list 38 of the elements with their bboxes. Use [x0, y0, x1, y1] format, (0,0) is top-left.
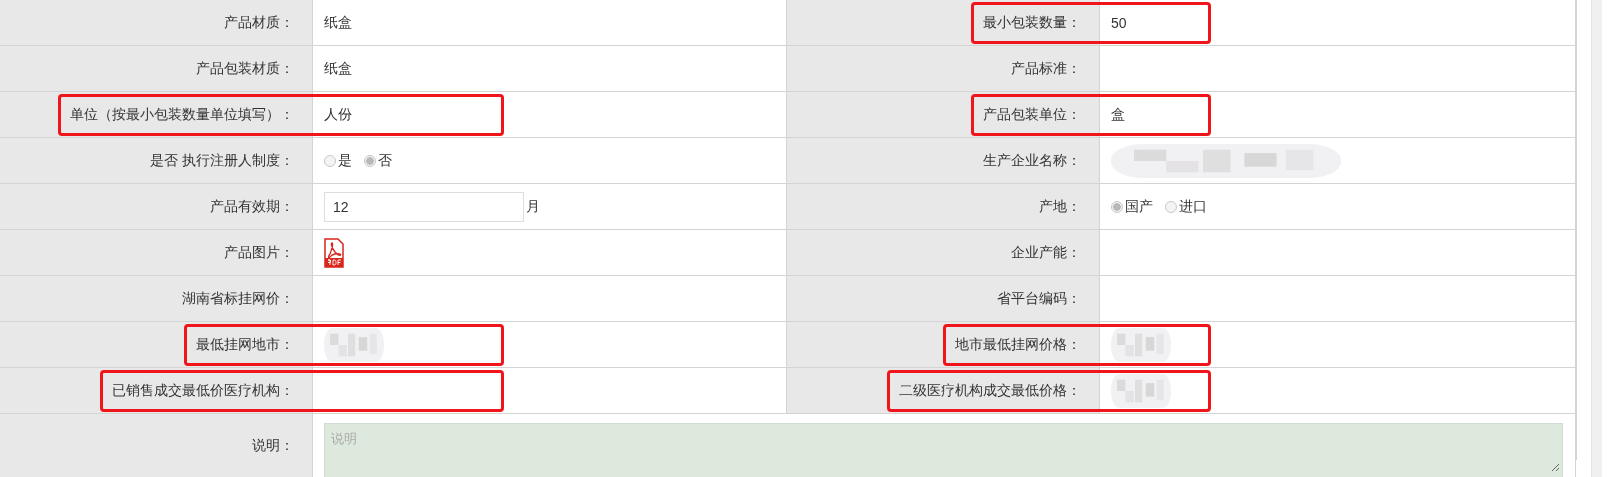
field-label: 最低挂网地市： — [196, 335, 294, 352]
unit-text: 月 — [526, 197, 540, 216]
field-value: 纸盒 — [324, 59, 352, 78]
field-label: 是否 执行注册人制度： — [150, 151, 294, 168]
radio-option[interactable]: 是 — [324, 151, 352, 170]
field-label: 单位（按最小包装数量单位填写）： — [70, 105, 294, 122]
input-field[interactable]: 12 — [324, 191, 524, 222]
field-value: 人份 — [324, 105, 352, 124]
field-value: 纸盒 — [324, 13, 352, 32]
field-label: 省平台编码： — [997, 289, 1081, 306]
field-label: 湖南省标挂网价： — [182, 289, 294, 306]
field-label: 说明： — [252, 436, 294, 455]
field-label: 产品包装材质： — [196, 59, 294, 76]
radio-option[interactable]: 进口 — [1165, 197, 1207, 216]
radio-option[interactable]: 国产 — [1111, 197, 1153, 216]
field-label: 生产企业名称： — [983, 151, 1081, 168]
field-label: 二级医疗机构成交最低价格： — [899, 381, 1081, 398]
pdf-file-icon[interactable] — [324, 237, 344, 268]
field-label: 最小包装数量： — [983, 13, 1081, 30]
field-label: 产品图片： — [224, 243, 294, 260]
field-label: 产品标准： — [1011, 59, 1081, 76]
field-label: 产品有效期： — [210, 197, 294, 214]
scrollbar[interactable] — [1591, 0, 1602, 477]
radio-icon[interactable] — [1111, 200, 1123, 213]
field-value: 50 — [1111, 14, 1127, 31]
radio-option[interactable]: 否 — [364, 151, 392, 170]
radio-icon[interactable] — [1165, 200, 1177, 213]
field-label: 已销售成交最低价医疗机构： — [112, 381, 294, 398]
radio-icon[interactable] — [324, 154, 336, 167]
radio-icon[interactable] — [364, 154, 376, 167]
field-label: 产品包装单位： — [983, 105, 1081, 122]
field-label: 地市最低挂网价格： — [955, 335, 1081, 352]
field-label: 产品材质： — [224, 13, 294, 30]
field-value: 盒 — [1111, 105, 1125, 124]
resize-handle-icon[interactable] — [1551, 463, 1560, 472]
placeholder-text: 说明 — [331, 431, 357, 446]
field-label: 产地： — [1039, 197, 1081, 214]
field-label: 企业产能： — [1011, 243, 1081, 260]
